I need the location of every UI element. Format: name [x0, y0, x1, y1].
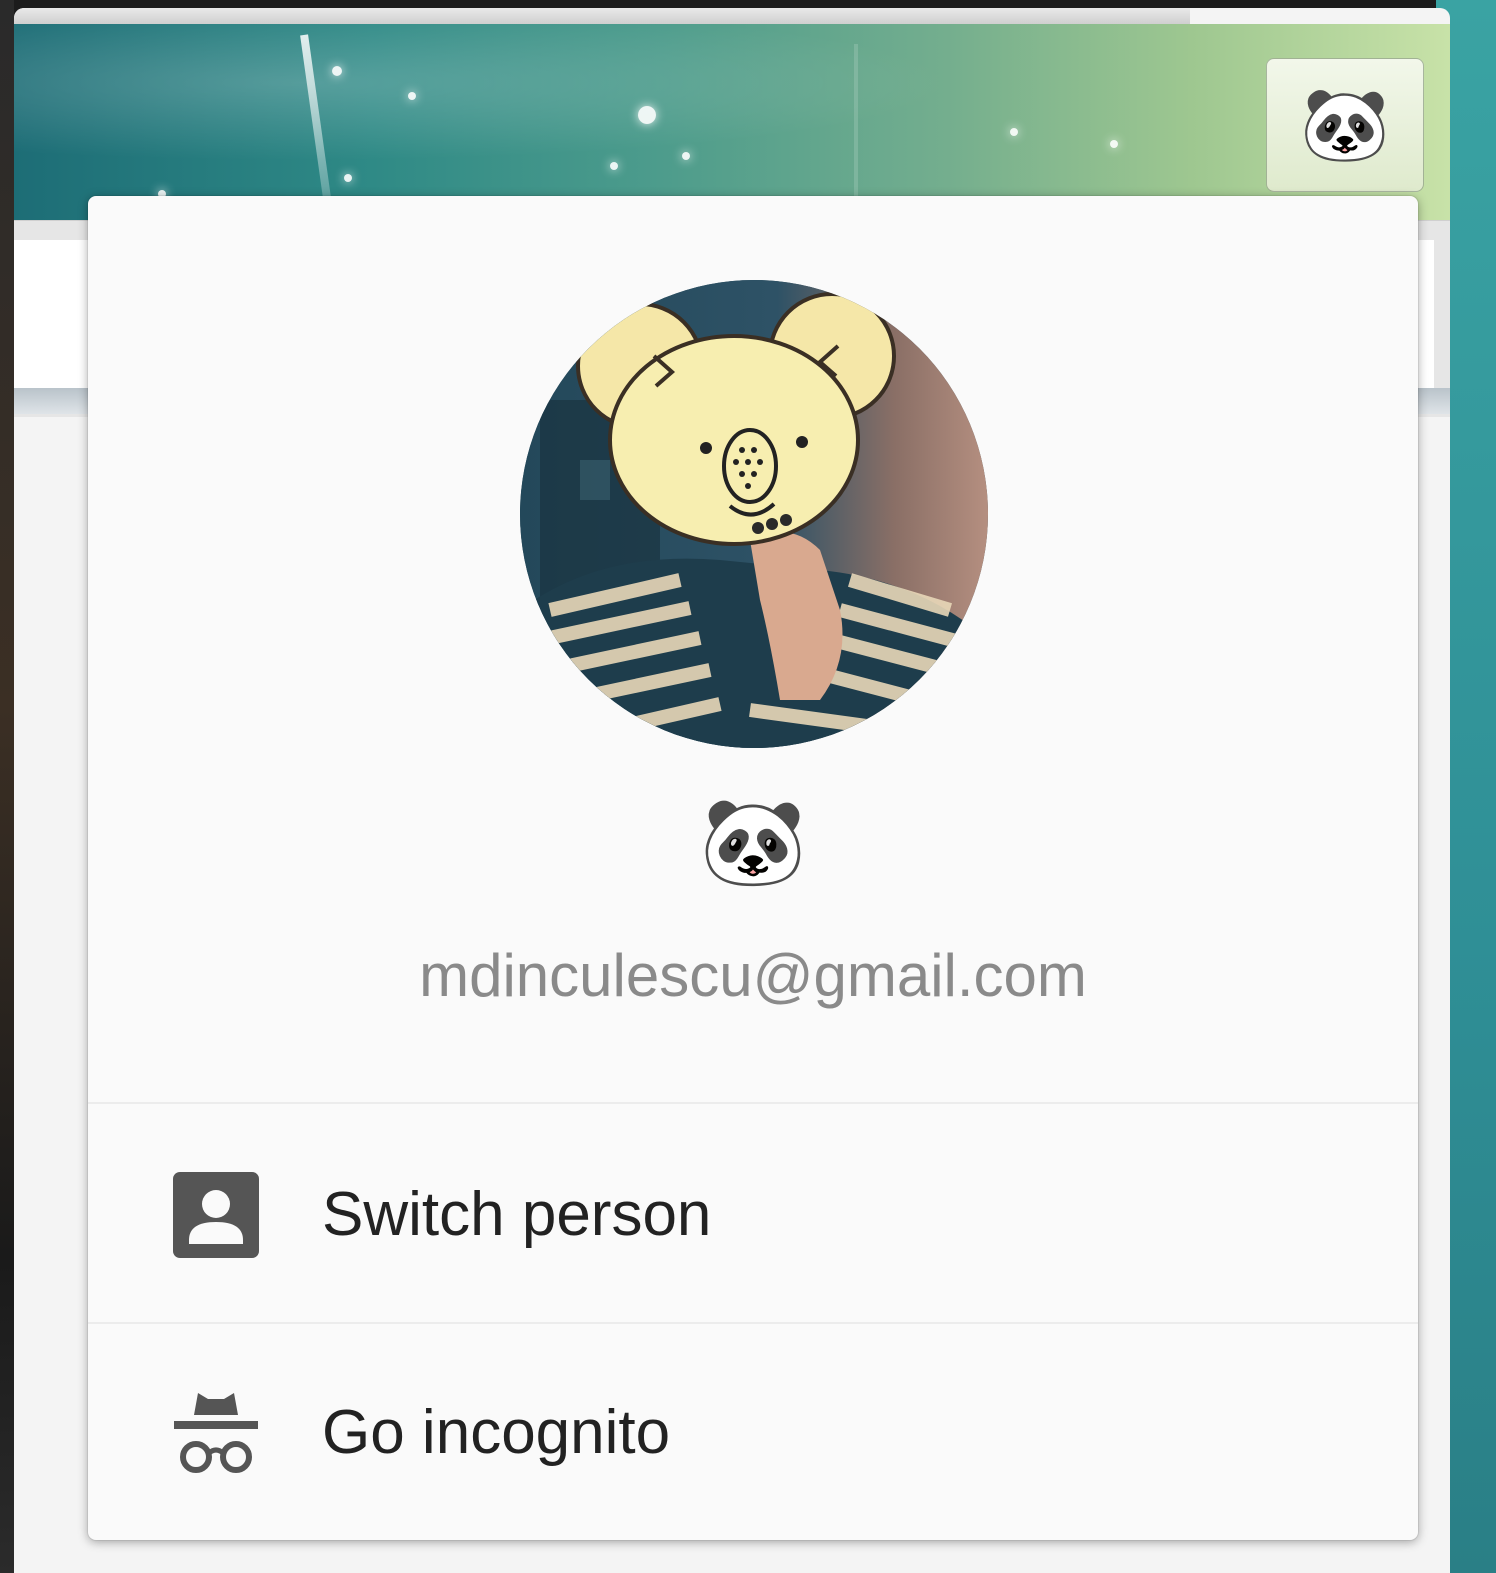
theme-star [610, 162, 618, 170]
theme-star [332, 66, 342, 76]
profile-name-emoji: 🐼 [699, 794, 807, 890]
theme-star [638, 106, 656, 124]
theme-star [1110, 140, 1118, 148]
theme-tab-strip [14, 24, 1450, 244]
window-top-strip [14, 8, 1190, 24]
profile-photo-image [520, 280, 988, 748]
theme-star [682, 152, 690, 160]
go-incognito-item[interactable]: Go incognito [88, 1324, 1418, 1540]
theme-star [1010, 128, 1018, 136]
person-icon [172, 1171, 260, 1259]
incognito-icon [172, 1389, 260, 1477]
go-incognito-label: Go incognito [322, 1398, 671, 1467]
switch-person-label: Switch person [322, 1180, 712, 1249]
profile-email: mdinculescu@gmail.com [419, 942, 1087, 1009]
menu-divider [88, 1102, 1418, 1104]
profile-photo[interactable] [520, 280, 988, 748]
theme-star [408, 92, 416, 100]
panda-icon: 🐼 [1300, 85, 1390, 165]
desktop-background-left [0, 0, 14, 1573]
profile-avatar-button[interactable]: 🐼 [1266, 58, 1424, 192]
theme-star [344, 174, 352, 182]
profile-menu-popup: 🐼 mdinculescu@gmail.com Switch person Go… [88, 196, 1418, 1540]
switch-person-item[interactable]: Switch person [88, 1106, 1418, 1324]
